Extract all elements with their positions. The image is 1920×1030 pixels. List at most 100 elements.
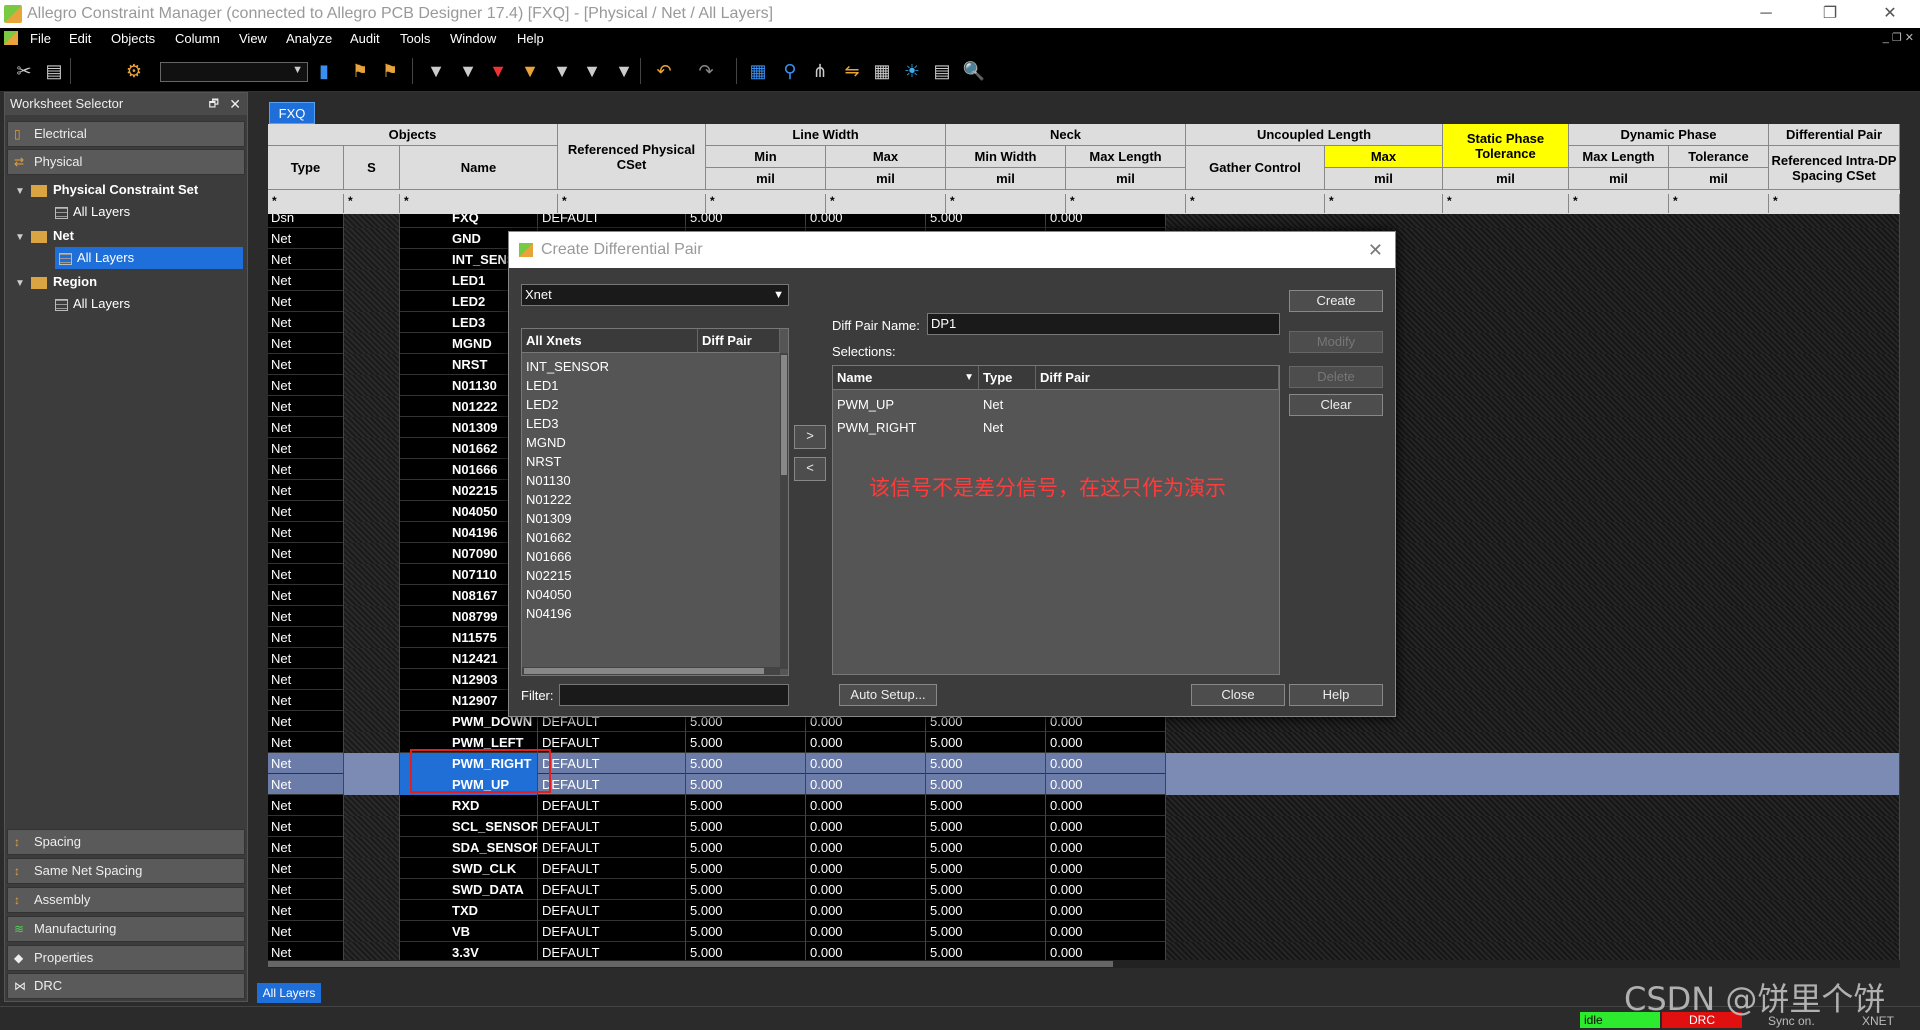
cell-type[interactable]: Net — [268, 522, 344, 543]
report-icon[interactable]: ▤ — [930, 59, 954, 83]
menu-audit[interactable]: Audit — [350, 31, 380, 46]
col-diff-pair[interactable]: Diff Pair — [698, 329, 780, 353]
table-row[interactable]: Net SWD_CLK DEFAULT 5.000 0.000 5.000 0.000 — [268, 858, 1900, 879]
cell-nmax[interactable]: 0.000 — [1046, 858, 1166, 879]
cell-name[interactable]: PWM_UP — [400, 774, 538, 795]
filter-lw-max[interactable]: * — [826, 194, 946, 213]
cell-type[interactable]: Net — [268, 606, 344, 627]
cell-nmin[interactable]: 5.000 — [926, 837, 1046, 858]
xnet-item[interactable]: INT_SENSOR — [526, 359, 609, 374]
cell-type[interactable]: Net — [268, 942, 344, 960]
filter-dp-tol[interactable]: * — [1669, 194, 1769, 213]
xnet-item[interactable]: NRST — [526, 454, 561, 469]
cell-type[interactable]: Net — [268, 375, 344, 396]
cell-type[interactable]: Net — [268, 648, 344, 669]
create-button[interactable]: Create — [1289, 290, 1383, 312]
tree-net[interactable]: ▼ Net — [15, 225, 74, 247]
cell-name[interactable]: PWM_LEFT — [400, 732, 538, 753]
clear-button[interactable]: Clear — [1289, 394, 1383, 416]
cell-type[interactable]: Net — [268, 585, 344, 606]
cell-nmax[interactable]: 0.000 — [1046, 921, 1166, 942]
delete-button[interactable]: Delete — [1289, 366, 1383, 388]
cell-nmax[interactable]: 0.000 — [1046, 214, 1166, 228]
xnet-item[interactable]: N01666 — [526, 549, 572, 564]
cell-nmin[interactable]: 5.000 — [926, 921, 1046, 942]
header-static-phase[interactable]: Static Phase Tolerance — [1443, 124, 1569, 168]
table-row[interactable]: Net PWM_RIGHT DEFAULT 5.000 0.000 5.000 0.000 — [268, 753, 1900, 774]
cell-type[interactable]: Net — [268, 417, 344, 438]
filter-neck-min[interactable]: * — [946, 194, 1066, 213]
undo-icon[interactable]: ↶ — [652, 59, 676, 83]
cell-nmax[interactable]: 0.000 — [1046, 774, 1166, 795]
all-xnets-list[interactable]: All Xnets Diff Pair INT_SENSOR LED1 LED2 LE… — [521, 328, 789, 676]
remove-button[interactable]: < — [794, 457, 826, 481]
cell-nmin[interactable]: 5.000 — [926, 879, 1046, 900]
cell-lmax[interactable]: 0.000 — [806, 214, 926, 228]
cell-cset[interactable]: DEFAULT — [538, 774, 686, 795]
cell-lmin[interactable]: 5.000 — [686, 774, 806, 795]
menu-tools[interactable]: Tools — [400, 31, 430, 46]
spacing-button[interactable]: ↕ Spacing — [7, 829, 245, 855]
header-ref-intra-dp[interactable]: Referenced Intra-DP Spacing CSet — [1769, 146, 1900, 190]
properties-button[interactable]: ◆ Properties — [7, 945, 245, 971]
cell-type[interactable]: Net — [268, 291, 344, 312]
table-row[interactable]: Net PWM_LEFT DEFAULT 5.000 0.000 5.000 0.000 — [268, 732, 1900, 753]
cell-type[interactable]: Net — [268, 921, 344, 942]
cell-cset[interactable]: DEFAULT — [538, 921, 686, 942]
cell-lmax[interactable]: 0.000 — [806, 858, 926, 879]
header-neck-min-width[interactable]: Min Width — [946, 146, 1066, 168]
menu-window[interactable]: Window — [450, 31, 496, 46]
xnet-item[interactable]: LED3 — [526, 416, 559, 431]
header-dp-max-length[interactable]: Max Length — [1569, 146, 1669, 168]
diff-pair-name-input[interactable]: DP1 — [927, 313, 1280, 335]
filter-name[interactable]: * — [400, 194, 558, 213]
cell-lmax[interactable]: 0.000 — [806, 900, 926, 921]
xnet-item[interactable]: LED2 — [526, 397, 559, 412]
table-row[interactable]: Net SWD_DATA DEFAULT 5.000 0.000 5.000 0.000 — [268, 879, 1900, 900]
cell-cset[interactable]: DEFAULT — [538, 732, 686, 753]
sel-col-type[interactable]: Type — [979, 366, 1036, 390]
zoom-icon[interactable]: 🔍 — [962, 59, 986, 83]
cell-name[interactable]: SWD_DATA — [400, 879, 538, 900]
cell-lmin[interactable]: 5.000 — [686, 795, 806, 816]
cell-nmin[interactable]: 5.000 — [926, 753, 1046, 774]
cell-cset[interactable]: DEFAULT — [538, 753, 686, 774]
cell-type[interactable]: Net — [268, 732, 344, 753]
cell-lmin[interactable]: 5.000 — [686, 837, 806, 858]
tree-icon[interactable]: ⋔ — [808, 59, 832, 83]
cell-type[interactable]: Net — [268, 270, 344, 291]
cell-lmax[interactable]: 0.000 — [806, 795, 926, 816]
selection-name[interactable]: PWM_UP — [837, 397, 894, 412]
list-hscroll[interactable] — [522, 667, 780, 675]
table-row[interactable]: Net TXD DEFAULT 5.000 0.000 5.000 0.000 — [268, 900, 1900, 921]
cell-cset[interactable]: DEFAULT — [538, 858, 686, 879]
cell-lmin[interactable]: 5.000 — [686, 900, 806, 921]
xnet-item[interactable]: MGND — [526, 435, 566, 450]
tree-physical-cset[interactable]: ▼ Physical Constraint Set — [15, 179, 198, 201]
object-type-dropdown[interactable]: Xnet ▼ — [521, 284, 789, 306]
cell-cset[interactable]: DEFAULT — [538, 900, 686, 921]
redo-icon[interactable]: ↷ — [694, 59, 718, 83]
header-dp-tolerance[interactable]: Tolerance — [1669, 146, 1769, 168]
header-gather-control[interactable]: Gather Control — [1186, 146, 1325, 190]
cell-name[interactable]: SCL_SENSOR — [400, 816, 538, 837]
cell-type[interactable]: Net — [268, 627, 344, 648]
cell-cset[interactable]: DEFAULT — [538, 214, 686, 228]
cell-type[interactable]: Net — [268, 816, 344, 837]
filter-cset[interactable]: * — [558, 194, 706, 213]
cell-type[interactable]: Net — [268, 711, 344, 732]
cell-type[interactable]: Net — [268, 753, 344, 774]
header-lw-max[interactable]: Max — [826, 146, 946, 168]
cell-nmax[interactable]: 0.000 — [1046, 942, 1166, 960]
auto-setup-button[interactable]: Auto Setup... — [839, 684, 937, 706]
filter-5-icon[interactable]: ▼ — [550, 59, 574, 83]
cell-name[interactable]: VB — [400, 921, 538, 942]
header-s[interactable]: S — [344, 146, 400, 190]
cell-name[interactable]: SDA_SENSOR — [400, 837, 538, 858]
xnet-item[interactable]: N01662 — [526, 530, 572, 545]
filter-uncoupled-max[interactable]: * — [1325, 194, 1443, 213]
selection-name[interactable]: PWM_RIGHT — [837, 420, 916, 435]
header-lw-min[interactable]: Min — [706, 146, 826, 168]
cell-nmax[interactable]: 0.000 — [1046, 816, 1166, 837]
table-row[interactable]: Net PWM_UP DEFAULT 5.000 0.000 5.000 0.000 — [268, 774, 1900, 795]
